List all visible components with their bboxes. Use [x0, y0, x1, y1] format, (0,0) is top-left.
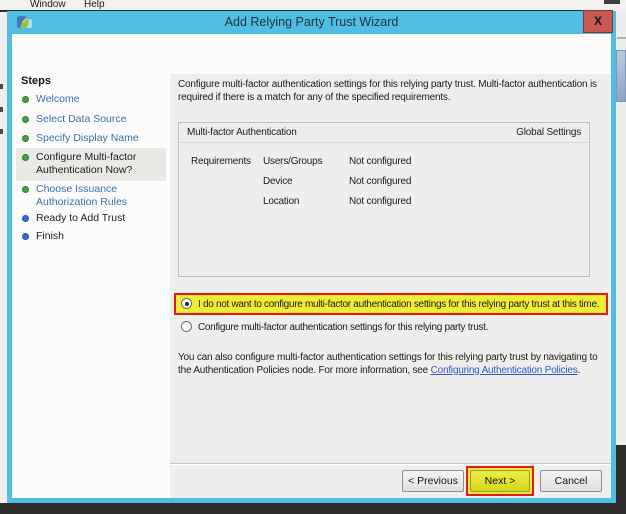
previous-button[interactable]: < Previous [402, 470, 464, 492]
sidebar-item-label: Select Data Source [36, 113, 168, 126]
sidebar-item-label: Welcome [36, 93, 168, 106]
scrollbar-thumb[interactable] [616, 50, 626, 102]
sidebar-item-label: Choose Issuance Authorization Rules [36, 183, 168, 208]
annotation-highlight-next: Next > [466, 466, 534, 496]
step-status-icon [22, 233, 29, 240]
background-tick [0, 84, 3, 89]
radio-configure-mfa-label[interactable]: Configure multi-factor authentication se… [198, 322, 488, 333]
sidebar-item-select-data-source[interactable]: Select Data Source [22, 113, 168, 126]
table-cell-value: Not configured [349, 176, 411, 189]
sidebar-item-label: Finish [36, 230, 168, 243]
sidebar-item-finish: Finish [22, 230, 168, 243]
step-status-icon [22, 135, 29, 142]
next-button[interactable]: Next > [470, 470, 530, 492]
dialog-body: Steps Welcome Select Data Source Specify… [12, 34, 611, 498]
window-title: Add Relying Party Trust Wizard [7, 15, 616, 29]
sidebar-item-label: Ready to Add Trust [36, 212, 168, 225]
screen: Window Help Add Relying Party Trust Wiza… [0, 0, 626, 514]
wizard-dialog: Add Relying Party Trust Wizard X Steps W… [7, 11, 616, 503]
close-button[interactable]: X [583, 10, 613, 33]
table-header-row: Multi-factor Authentication Global Setti… [179, 123, 589, 143]
table-cell-name: Location [263, 196, 299, 209]
annotation-highlight-option: I do not want to configure multi-factor … [174, 293, 608, 315]
table-cell-name: Users/Groups [263, 156, 322, 169]
step-status-icon [22, 215, 29, 222]
background-window-edge [604, 0, 620, 4]
footer-text-after: . [578, 365, 581, 376]
intro-text: Configure multi-factor authentication se… [178, 79, 604, 104]
step-status-icon [22, 186, 29, 193]
sidebar-item-label: Configure Multi-factor Authentication No… [36, 151, 168, 176]
cancel-button[interactable]: Cancel [540, 470, 602, 492]
table-cell-name: Device [263, 176, 292, 189]
table-group-label: Requirements [191, 156, 251, 169]
table-cell-value: Not configured [349, 156, 411, 169]
step-status-icon [22, 96, 29, 103]
table-title: Multi-factor Authentication [187, 127, 297, 138]
menu-item-window[interactable]: Window [30, 0, 66, 10]
menu-item-help[interactable]: Help [84, 0, 105, 10]
table-global-settings-header: Global Settings [516, 127, 581, 138]
mfa-settings-table: Multi-factor Authentication Global Setti… [178, 122, 590, 277]
desktop-strip [0, 503, 626, 514]
radio-configure-mfa[interactable] [181, 321, 192, 332]
sidebar-item-ready-to-add-trust: Ready to Add Trust [22, 212, 168, 225]
title-bar[interactable]: Add Relying Party Trust Wizard X [7, 11, 616, 34]
radio-no-mfa[interactable] [181, 298, 192, 309]
configuring-auth-policies-link[interactable]: Configuring Authentication Policies [431, 365, 578, 376]
radio-no-mfa-label[interactable]: I do not want to configure multi-factor … [198, 299, 599, 310]
button-bar-separator [170, 463, 611, 465]
steps-sidebar: Steps Welcome Select Data Source Specify… [12, 74, 170, 498]
background-tick [0, 129, 3, 134]
background-tick [0, 107, 3, 112]
sidebar-item-welcome[interactable]: Welcome [22, 93, 168, 106]
sidebar-item-choose-issuance-rules[interactable]: Choose Issuance Authorization Rules [22, 183, 168, 208]
background-divider [617, 37, 626, 39]
sidebar-item-specify-display-name[interactable]: Specify Display Name [22, 132, 168, 145]
sidebar-item-configure-mfa[interactable]: Configure Multi-factor Authentication No… [22, 151, 168, 176]
table-cell-value: Not configured [349, 196, 411, 209]
step-status-icon [22, 154, 29, 161]
radio-selected-dot [185, 302, 189, 306]
sidebar-item-label: Specify Display Name [36, 132, 168, 145]
step-content: Configure multi-factor authentication se… [170, 74, 611, 498]
step-status-icon [22, 116, 29, 123]
steps-header: Steps [21, 75, 51, 87]
footer-note: You can also configure multi-factor auth… [178, 352, 606, 377]
